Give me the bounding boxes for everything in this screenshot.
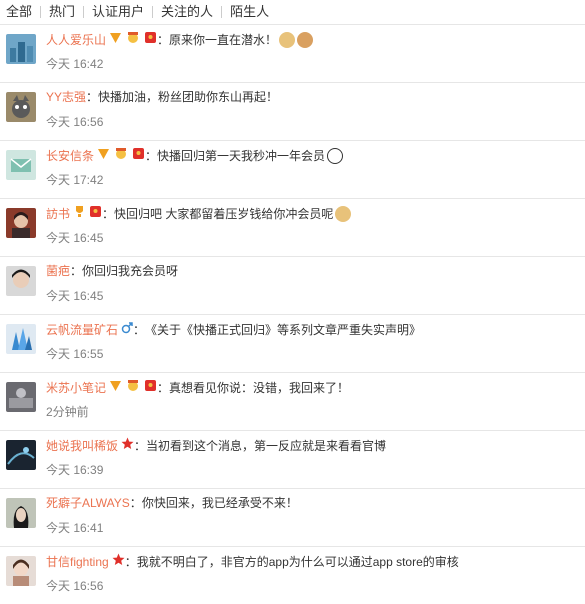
avatar[interactable] <box>6 92 36 122</box>
comment-line: 她说我叫稀饭 ： 当初看到这个消息，第一反应就是来看看官博 <box>46 437 386 454</box>
timestamp: 今天 16:45 <box>46 231 104 245</box>
comment-line: 米苏小笔记 ： 真想看见你说：没错，我回来了！ <box>46 379 349 396</box>
star-badge-icon <box>112 553 125 570</box>
tab-all[interactable]: 全部 <box>6 5 40 19</box>
vip-badge-icon <box>97 147 110 164</box>
comment-text: 快播回归第一天我秒冲一年会员 <box>157 148 326 163</box>
comment-text: 快播加油，粉丝团助你东山再起！ <box>98 90 279 104</box>
comment-text: 当初看到这个消息，第一反应就是来看看官博 <box>146 438 387 453</box>
username-link[interactable]: 她说我叫稀饭 <box>46 438 118 454</box>
member-medal-icon <box>125 31 141 48</box>
vip-badge-icon <box>109 31 122 48</box>
comment-line: YY志强 ： 快播加油，粉丝团助你东山再起！ <box>46 89 278 105</box>
doge-emoji-icon <box>335 205 352 222</box>
timestamp: 今天 16:55 <box>46 347 104 361</box>
tab-strangers[interactable]: 陌生人 <box>222 5 277 19</box>
avatar[interactable] <box>6 324 36 354</box>
username-link[interactable]: 人人爱乐山 <box>46 32 106 48</box>
red-envelope-icon <box>144 379 157 396</box>
colon: ： <box>157 380 170 395</box>
timestamp: 今天 16:56 <box>46 579 104 593</box>
comment-text: 原来你一直在潜水！ <box>169 32 278 47</box>
red-envelope-icon <box>89 205 102 222</box>
red-envelope-icon <box>132 147 145 164</box>
username-link[interactable]: 訪书 <box>46 206 70 222</box>
comment-line: 菌疤 ： 你回归我充会员呀 <box>46 263 178 279</box>
timestamp: 今天 16:56 <box>46 115 104 129</box>
comment-item: 她说我叫稀饭 ： 当初看到这个消息，第一反应就是来看看官博 今天 16:39 <box>0 430 585 488</box>
comment-item: 云帆流量矿石 ： 《关于《快播正式回归》等系列文章严重失实声明》 今天 16:5… <box>0 314 585 372</box>
comment-text: 你回归我充会员呀 <box>82 264 179 278</box>
colon: ： <box>134 438 147 453</box>
avatar[interactable] <box>6 498 36 528</box>
comment-text: 快回归吧 大家都留着压岁钱给你冲会员呢 <box>114 206 334 221</box>
colon: ： <box>70 264 83 278</box>
comment-text: 你快回来，我已经承受不来！ <box>141 496 298 510</box>
username-link[interactable]: 米苏小笔记 <box>46 380 106 396</box>
avatar[interactable] <box>6 150 36 180</box>
colon: ： <box>157 32 170 47</box>
comment-item: 长安信条 ： 快播回归第一天我秒冲一年会员 今天 17:42 <box>0 140 585 198</box>
timestamp: 今天 16:42 <box>46 57 104 71</box>
comment-item: 人人爱乐山 ： 原来你一直在潜水！ 今天 16:42 <box>0 24 585 82</box>
comment-line: 訪书 ： 快回归吧 大家都留着压岁钱给你冲会员呢 <box>46 205 352 222</box>
comment-item: 米苏小笔记 ： 真想看见你说：没错，我回来了！ 2分钟前 <box>0 372 585 430</box>
doge-emoji-icon <box>279 31 296 48</box>
colon: ： <box>145 148 158 163</box>
tab-verified-users[interactable]: 认证用户 <box>84 5 152 19</box>
panda-emoji-icon <box>327 147 344 164</box>
comment-line: 甘信fighting ： 我就不明白了，非官方的app为什么可以通过app st… <box>46 553 459 570</box>
trophy-badge-icon <box>73 205 86 222</box>
avatar[interactable] <box>6 208 36 238</box>
colon: ： <box>133 322 146 337</box>
timestamp: 2分钟前 <box>46 405 89 419</box>
comment-text: 《关于《快播正式回归》等系列文章严重失实声明》 <box>145 322 422 337</box>
comment-line: 人人爱乐山 ： 原来你一直在潜水！ <box>46 31 314 48</box>
tab-hot[interactable]: 热门 <box>41 5 83 19</box>
member-medal-icon <box>113 147 129 164</box>
username-link[interactable]: YY志强 <box>46 89 86 105</box>
timestamp: 今天 17:42 <box>46 173 104 187</box>
colon: ： <box>102 206 115 221</box>
avatar[interactable] <box>6 556 36 586</box>
username-link[interactable]: 长安信条 <box>46 148 94 164</box>
colon: ： <box>124 554 137 569</box>
timestamp: 今天 16:45 <box>46 289 104 303</box>
colon: ： <box>86 90 99 104</box>
vip-badge-icon <box>109 379 122 396</box>
star-badge-icon <box>121 437 134 454</box>
colon: ： <box>129 496 142 510</box>
username-link[interactable]: 死癖子ALWAYS <box>46 495 130 511</box>
filter-tabs: 全部 热门 认证用户 关注的人 陌生人 <box>0 0 585 24</box>
username-link[interactable]: 甘信fighting <box>46 554 109 570</box>
username-link[interactable]: 云帆流量矿石 <box>46 322 118 338</box>
male-gender-icon <box>121 321 133 338</box>
avatar[interactable] <box>6 440 36 470</box>
username-link[interactable]: 菌疤 <box>46 263 70 279</box>
comment-item: 甘信fighting ： 我就不明白了，非官方的app为什么可以通过app st… <box>0 546 585 604</box>
comment-list: 人人爱乐山 ： 原来你一直在潜水！ 今天 16:42 YY志强 ： 快播加油，粉… <box>0 24 585 604</box>
comment-item: 訪书 ： 快回归吧 大家都留着压岁钱给你冲会员呢 今天 16:45 <box>0 198 585 256</box>
dog-emoji-icon <box>297 31 314 48</box>
member-medal-icon <box>125 379 141 396</box>
comment-text: 真想看见你说：没错，我回来了！ <box>169 380 350 395</box>
timestamp: 今天 16:41 <box>46 521 104 535</box>
comment-item: 菌疤 ： 你回归我充会员呀 今天 16:45 <box>0 256 585 314</box>
comment-line: 长安信条 ： 快播回归第一天我秒冲一年会员 <box>46 147 344 164</box>
comment-text: 我就不明白了，非官方的app为什么可以通过app store的审核 <box>136 554 459 569</box>
timestamp: 今天 16:39 <box>46 463 104 477</box>
avatar[interactable] <box>6 266 36 296</box>
red-envelope-icon <box>144 31 157 48</box>
comment-item: 死癖子ALWAYS ： 你快回来，我已经承受不来！ 今天 16:41 <box>0 488 585 546</box>
comment-line: 云帆流量矿石 ： 《关于《快播正式回归》等系列文章严重失实声明》 <box>46 321 421 338</box>
tab-following[interactable]: 关注的人 <box>153 5 221 19</box>
avatar[interactable] <box>6 382 36 412</box>
comment-item: YY志强 ： 快播加油，粉丝团助你东山再起！ 今天 16:56 <box>0 82 585 140</box>
avatar[interactable] <box>6 34 36 64</box>
comment-line: 死癖子ALWAYS ： 你快回来，我已经承受不来！ <box>46 495 298 511</box>
